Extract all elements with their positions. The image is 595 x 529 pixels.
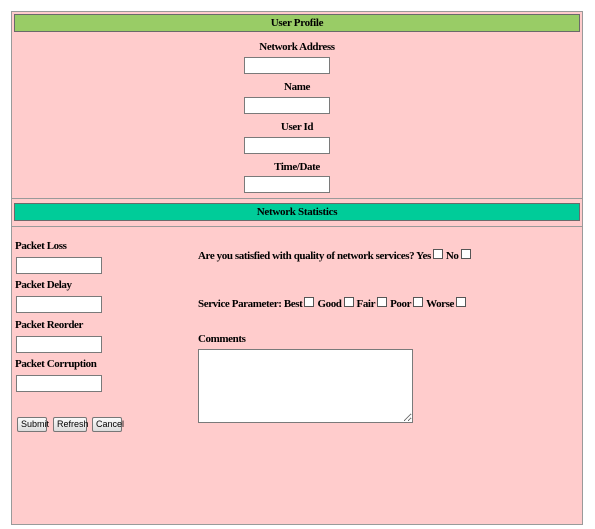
packet-loss-label: Packet Loss [15, 240, 67, 252]
user-id-label: User Id [280, 121, 314, 133]
user-profile-header: User Profile [14, 14, 580, 32]
service-option-poor-label: Poor [390, 298, 412, 310]
satisfaction-yes-checkbox[interactable] [432, 249, 443, 259]
network-statistics-header: Network Statistics [14, 203, 580, 221]
service-option-poor-checkbox[interactable] [413, 297, 424, 307]
service-option-best-label: Best [283, 298, 303, 310]
service-option-best-checkbox[interactable] [304, 297, 315, 307]
comments-textarea[interactable] [198, 349, 413, 423]
satisfaction-question: Are you satisfied with quality of networ… [198, 249, 474, 262]
section-divider [12, 226, 582, 227]
satisfaction-yes-label: Yes [416, 250, 431, 262]
service-parameter-label: Service Parameter: [198, 298, 282, 310]
refresh-button[interactable]: Refresh [53, 417, 89, 432]
section-divider [12, 198, 582, 199]
time-date-input[interactable] [244, 176, 330, 193]
service-option-good-label: Good [317, 298, 342, 310]
user-id-input[interactable] [244, 137, 330, 154]
submit-button[interactable]: Submit [17, 417, 49, 432]
name-label: Name [284, 81, 310, 93]
packet-reorder-label: Packet Reorder [15, 319, 84, 331]
satisfaction-no-checkbox[interactable] [460, 249, 471, 259]
user-profile-title: User Profile [270, 17, 324, 29]
packet-corruption-label: Packet Corruption [15, 358, 97, 370]
service-option-worse-label: Worse [426, 298, 455, 310]
packet-delay-label: Packet Delay [15, 279, 72, 291]
network-address-label: Network Address [259, 41, 335, 53]
name-input[interactable] [244, 97, 330, 114]
satisfaction-question-text: Are you satisfied with quality of networ… [198, 250, 415, 262]
packet-loss-input[interactable] [16, 257, 102, 274]
network-statistics-title: Network Statistics [256, 206, 338, 218]
service-option-worse-checkbox[interactable] [456, 297, 467, 307]
network-address-input[interactable] [244, 57, 330, 74]
comments-label: Comments [198, 333, 246, 345]
service-option-fair-label: Fair [356, 298, 376, 310]
service-parameter-row: Service Parameter: Best Good Fair Poor Worse [198, 297, 469, 310]
packet-reorder-input[interactable] [16, 336, 102, 353]
form-frame: User Profile Network Address Name User I… [11, 11, 583, 525]
service-option-good-checkbox[interactable] [343, 297, 354, 307]
packet-delay-input[interactable] [16, 296, 102, 313]
time-date-label: Time/Date [274, 161, 320, 173]
service-option-fair-checkbox[interactable] [377, 297, 388, 307]
cancel-button[interactable]: Cancel [92, 417, 124, 432]
satisfaction-no-label: No [445, 250, 459, 262]
packet-corruption-input[interactable] [16, 375, 102, 392]
